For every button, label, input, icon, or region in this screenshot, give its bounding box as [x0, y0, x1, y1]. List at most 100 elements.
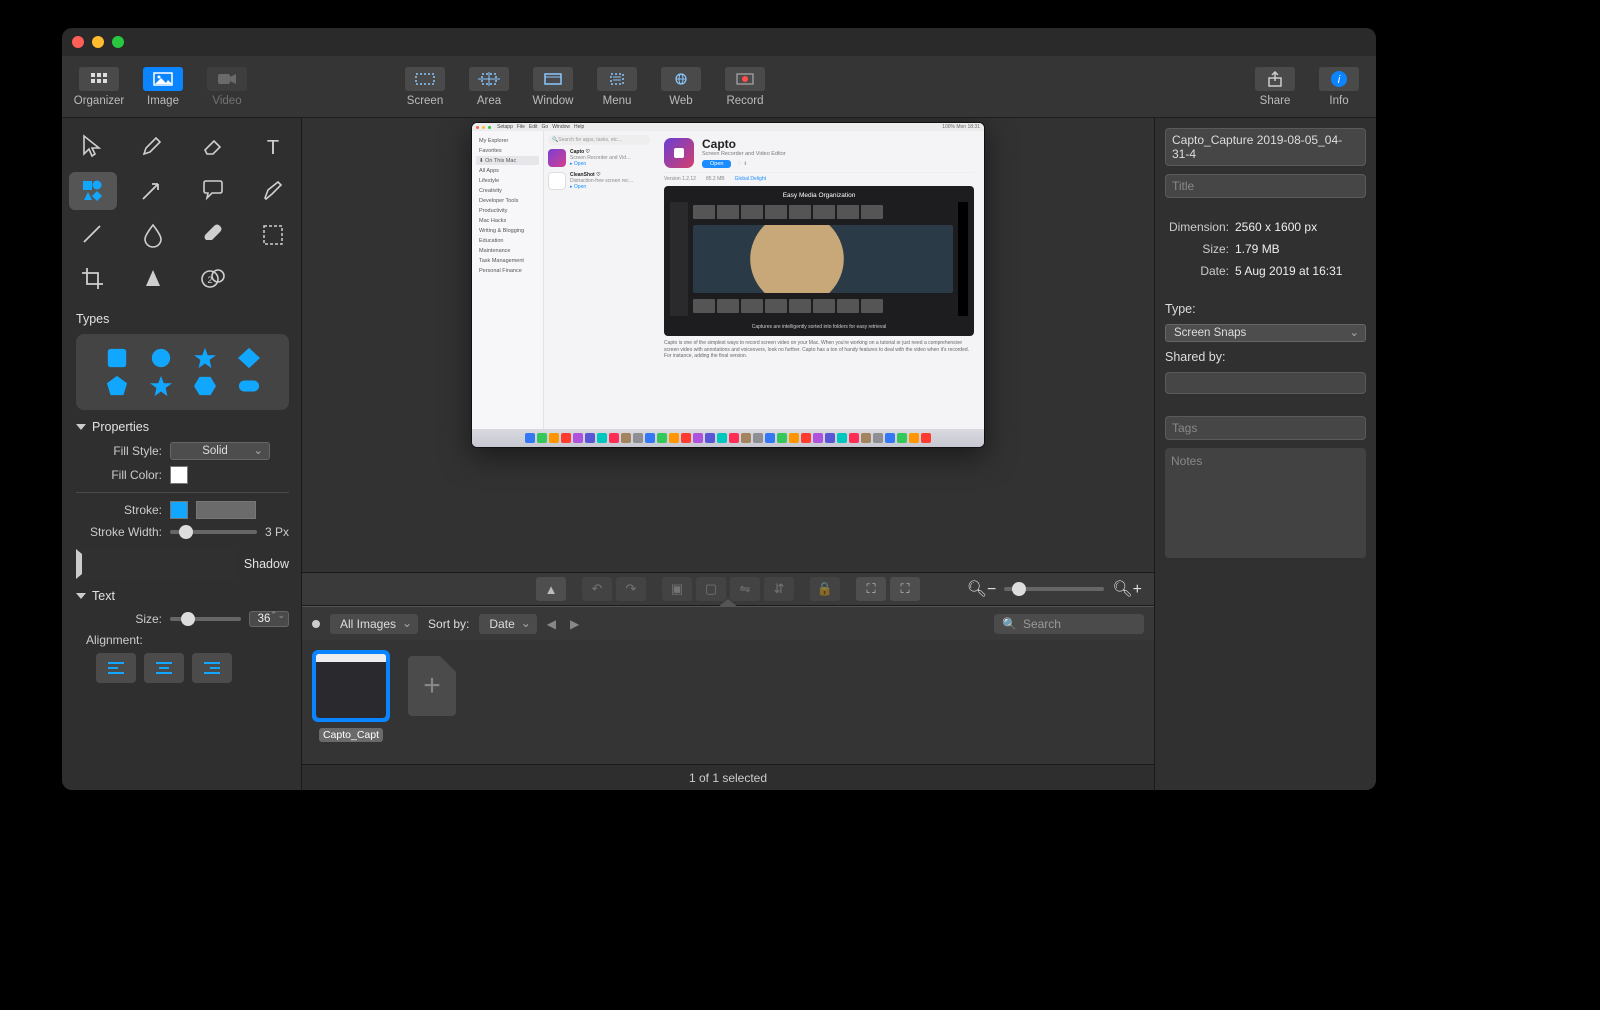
menu-button[interactable]: Menu	[588, 60, 646, 114]
tool-cursor[interactable]	[69, 128, 117, 166]
share-button[interactable]: Share	[1246, 60, 1304, 114]
pentagon-icon	[104, 375, 130, 397]
shape-star2[interactable]	[146, 374, 176, 398]
tool-crop[interactable]	[69, 260, 117, 298]
fill-style-select[interactable]: Solid	[170, 442, 270, 460]
notes-field[interactable]: Notes	[1165, 448, 1366, 558]
shape-square[interactable]	[102, 346, 132, 370]
zoom-window-button[interactable]	[112, 36, 124, 48]
info-icon: i	[1319, 67, 1359, 91]
circle-icon	[148, 347, 174, 369]
zoom-out-icon[interactable]: 🔍︎−	[967, 579, 997, 599]
next-arrow-icon[interactable]: ▶	[570, 617, 579, 631]
thumbnail-bar-header: All Images Sort by: Date ◀ ▶ 🔍 Search	[302, 606, 1154, 640]
tool-eraser2[interactable]	[189, 216, 237, 254]
grid-icon	[79, 67, 119, 91]
minimize-window-button[interactable]	[92, 36, 104, 48]
preview-detail: Capto Screen Recorder and Video Editor O…	[654, 131, 984, 429]
add-capture-button[interactable]: +	[408, 656, 456, 716]
organizer-button[interactable]: Organizer	[70, 60, 128, 114]
align-center-button[interactable]	[144, 653, 184, 683]
fill-color-label: Fill Color:	[76, 468, 162, 482]
align-right-button[interactable]	[192, 653, 232, 683]
shape-roundrect[interactable]	[234, 374, 264, 398]
area-icon	[469, 67, 509, 91]
area-button[interactable]: Area	[460, 60, 518, 114]
video-button: Video	[198, 60, 256, 114]
info-inspector: Capto_Capture 2019-08-05_04-31-4 Title D…	[1154, 118, 1376, 790]
info-button[interactable]: iInfo	[1310, 60, 1368, 114]
canvas-area[interactable]: SetappFileEditGoWindowHelp 100% Mon 18:3…	[302, 118, 1154, 572]
zoom-in-icon[interactable]: 🔍︎+	[1112, 579, 1142, 599]
stroke-width-slider[interactable]	[170, 530, 257, 534]
star-icon	[192, 347, 218, 369]
stroke-style-swatch[interactable]	[196, 501, 256, 519]
right-group: ShareiInfo	[1246, 60, 1368, 114]
text-size-value[interactable]: 36	[249, 611, 289, 627]
canvas-fit-button[interactable]: ⛶	[856, 577, 886, 601]
zoom-slider[interactable]	[1004, 587, 1104, 591]
shape-pentagon[interactable]	[102, 374, 132, 398]
properties-heading[interactable]: Properties	[76, 420, 289, 434]
tool-arrow[interactable]	[129, 172, 177, 210]
fill-color-swatch[interactable]	[170, 466, 188, 484]
close-window-button[interactable]	[72, 36, 84, 48]
window-button[interactable]: Window	[524, 60, 582, 114]
canvas-flip-v-button: ⇵	[764, 577, 794, 601]
align-left-button[interactable]	[96, 653, 136, 683]
filename-field[interactable]: Capto_Capture 2019-08-05_04-31-4	[1165, 128, 1366, 166]
shadow-heading[interactable]: Shadow	[76, 549, 289, 579]
cursor-icon	[80, 134, 106, 160]
tool-step[interactable]: 2	[189, 260, 237, 298]
types-heading[interactable]: Types	[76, 312, 289, 326]
title-field[interactable]: Title	[1165, 174, 1366, 198]
preview-applist: 🔍 Search for apps, tasks, etc… Capto ♡Sc…	[544, 131, 654, 429]
tool-spotlight[interactable]	[129, 260, 177, 298]
menu-icon	[597, 67, 637, 91]
thumbnail-strip: Capto_Capt +	[302, 640, 1154, 764]
screen-button[interactable]: Screen	[396, 60, 454, 114]
web-button[interactable]: Web	[652, 60, 710, 114]
tool-text[interactable]: T	[249, 128, 297, 166]
canvas-cursor-button[interactable]: ▲	[536, 577, 566, 601]
prev-arrow-icon[interactable]: ◀	[547, 617, 556, 631]
thumbnail-item[interactable]: Capto_Capt	[312, 650, 390, 742]
web-icon	[661, 67, 701, 91]
filter-select[interactable]: All Images	[330, 614, 418, 634]
canvas-flip-h-button: ⇋	[730, 577, 760, 601]
cursor-icon: ▲	[545, 582, 558, 597]
thumbnail-search-input[interactable]: 🔍 Search	[994, 614, 1144, 634]
roundrect-icon	[236, 375, 262, 397]
flip-v-icon: ⇵	[774, 581, 785, 597]
tool-blur-drop[interactable]	[129, 216, 177, 254]
shape-star[interactable]	[190, 346, 220, 370]
text-size-slider[interactable]	[170, 617, 241, 621]
canvas-actual-button[interactable]: ⛶	[890, 577, 920, 601]
image-button[interactable]: Image	[134, 60, 192, 114]
shape-circle[interactable]	[146, 346, 176, 370]
shape-hexagon[interactable]	[190, 374, 220, 398]
send-back-icon: ▢	[705, 581, 717, 597]
tags-field[interactable]: Tags	[1165, 416, 1366, 440]
tool-sidebar: T2 Types Properties Fill Style: Solid Fi…	[62, 118, 302, 790]
record-button[interactable]: Record	[716, 60, 774, 114]
tool-shapes[interactable]	[69, 172, 117, 210]
filter-dot	[312, 620, 320, 628]
sharedby-label: Shared by:	[1165, 350, 1366, 364]
tool-eraser[interactable]	[189, 128, 237, 166]
stroke-color-swatch[interactable]	[170, 501, 188, 519]
tool-marquee[interactable]	[249, 216, 297, 254]
alignment-label: Alignment:	[76, 633, 162, 647]
tool-speech[interactable]	[189, 172, 237, 210]
shape-diamond[interactable]	[234, 346, 264, 370]
text-heading[interactable]: Text	[76, 589, 289, 603]
spotlight-icon	[140, 266, 166, 292]
canvas-image: SetappFileEditGoWindowHelp 100% Mon 18:3…	[471, 122, 985, 448]
sort-select[interactable]: Date	[479, 614, 536, 634]
tool-pencil[interactable]	[129, 128, 177, 166]
tool-marker[interactable]	[249, 172, 297, 210]
sharedby-field[interactable]	[1165, 372, 1366, 394]
tool-line[interactable]	[69, 216, 117, 254]
type-select[interactable]: Screen Snaps	[1165, 324, 1366, 342]
search-icon: 🔍	[1002, 617, 1017, 631]
